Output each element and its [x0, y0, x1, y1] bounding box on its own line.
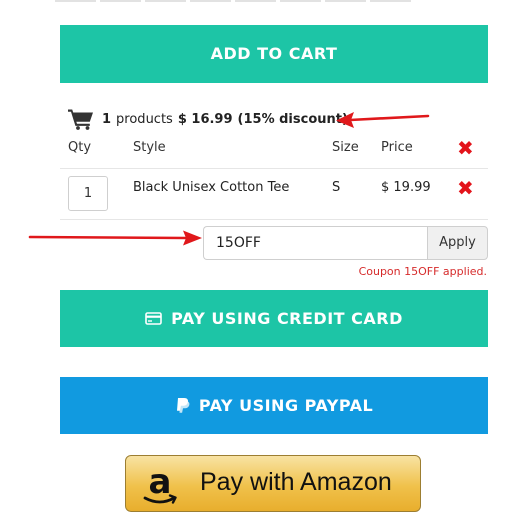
cart-item-row: Black Unisex Cotton Tee S $ 19.99 [0, 169, 527, 219]
annotation-arrow-coupon [28, 230, 202, 246]
add-to-cart-button[interactable]: ADD TO CART [60, 25, 488, 83]
remove-item-icon[interactable]: ✖ [457, 178, 474, 198]
variant-swatch[interactable] [280, 0, 321, 2]
clear-cart-icon[interactable]: ✖ [457, 138, 474, 158]
pay-with-amazon-label: Pay with Amazon [200, 468, 392, 496]
cart-count: 1 [102, 111, 112, 127]
variant-swatch[interactable] [235, 0, 276, 2]
style-header: Style [133, 140, 166, 155]
pay-with-amazon-button[interactable]: a Pay with Amazon [125, 455, 421, 512]
pay-paypal-label: PAY USING PAYPAL [198, 396, 374, 415]
qty-header: Qty [68, 140, 92, 155]
cart-count-suffix: products [116, 111, 173, 127]
variant-swatch[interactable] [370, 0, 411, 2]
variant-swatch[interactable] [100, 0, 141, 2]
pay-paypal-button[interactable]: PAY USING PAYPAL [60, 377, 488, 434]
variant-swatch[interactable] [325, 0, 366, 2]
cart-table-header: Qty Style Size Price [0, 138, 527, 158]
coupon-input[interactable]: 15OFF [203, 226, 427, 260]
pay-credit-card-button[interactable]: PAY USING CREDIT CARD [60, 290, 488, 347]
row-divider [60, 219, 488, 220]
size-header: Size [332, 140, 359, 155]
cart-icon [68, 109, 93, 130]
paypal-icon [175, 397, 190, 414]
price-header: Price [381, 140, 413, 155]
variant-swatch[interactable] [145, 0, 186, 2]
credit-card-icon [145, 312, 162, 325]
variant-swatch[interactable] [190, 0, 231, 2]
variant-swatch[interactable] [55, 0, 96, 2]
variant-swatches [55, 0, 411, 4]
pay-credit-card-label: PAY USING CREDIT CARD [171, 309, 403, 328]
item-style: Black Unisex Cotton Tee [133, 180, 290, 195]
apply-coupon-button[interactable]: Apply [427, 226, 488, 260]
annotation-arrow-discount [336, 112, 430, 128]
cart-total: $ 16.99 [177, 111, 233, 127]
svg-text:a: a [149, 462, 172, 502]
cart-discount: (15% discount) [237, 111, 348, 127]
item-size: S [332, 180, 341, 195]
cart-summary: 1 products $ 16.99 (15% discount) [68, 107, 348, 131]
amazon-logo-icon: a [143, 462, 177, 504]
coupon-status-message: Coupon 15OFF applied. [358, 265, 487, 278]
item-price: $ 19.99 [381, 180, 431, 195]
